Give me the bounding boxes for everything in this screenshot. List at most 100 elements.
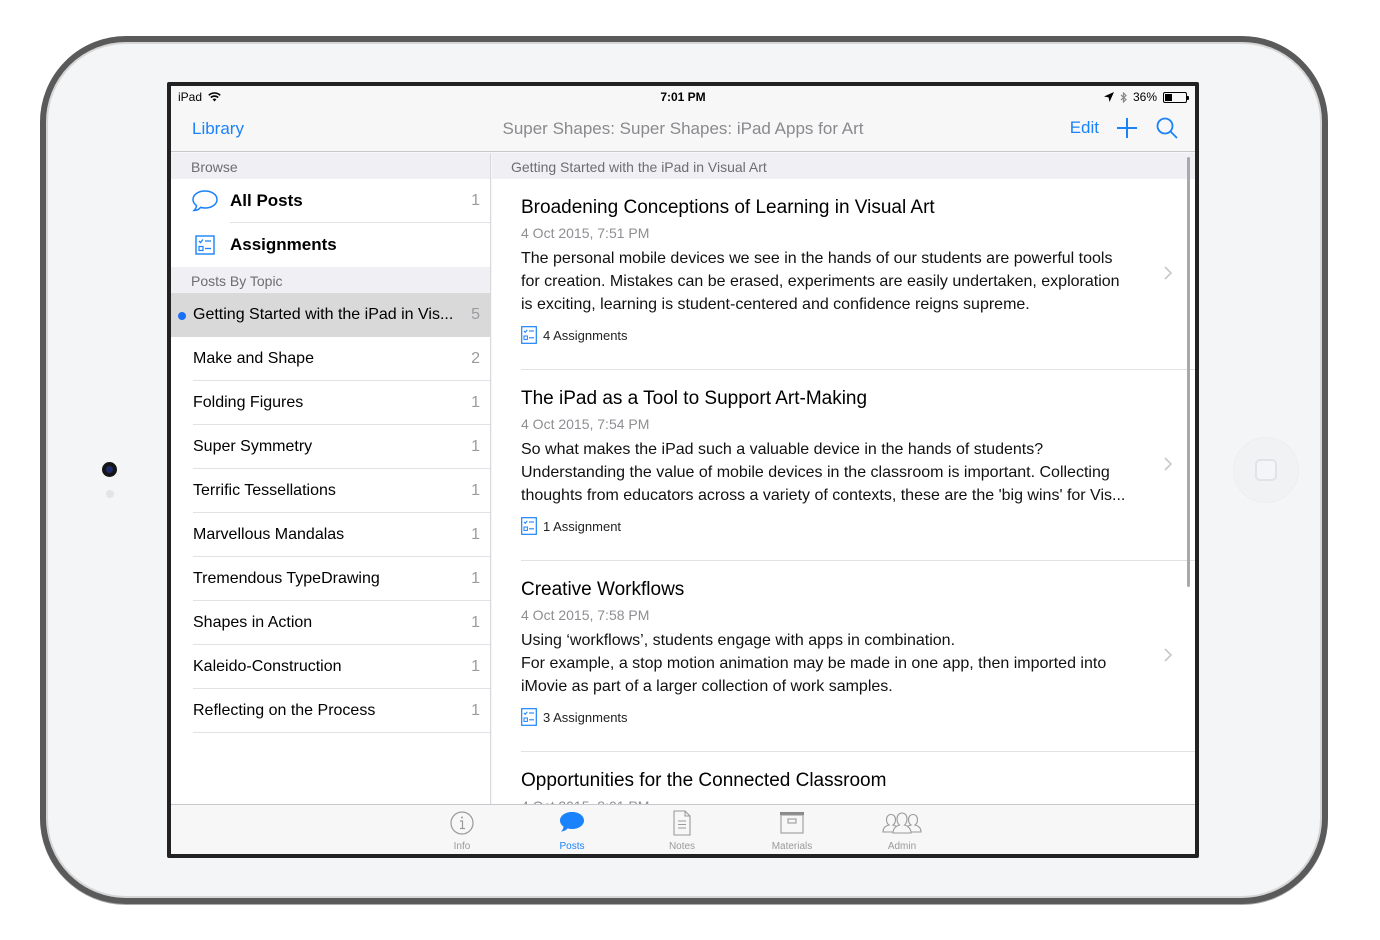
post-excerpt: The personal mobile devices we see in th… — [521, 250, 1120, 313]
sidebar-topic-item[interactable]: Make and Shape 2 — [171, 337, 490, 381]
speech-bubble-icon — [192, 190, 218, 212]
sidebar-topic-item[interactable]: Folding Figures 1 — [171, 381, 490, 425]
post-list-item[interactable]: Creative Workflows 4 Oct 2015, 7:58 PM Usi… — [521, 561, 1195, 752]
checklist-icon — [521, 708, 537, 726]
topic-count: 1 — [471, 482, 480, 499]
sidebar-item-label: Assignments — [230, 235, 337, 254]
assignments-count: 1 Assignment — [543, 518, 622, 534]
sidebar-topic-item[interactable]: Getting Started with the iPad in Vis... 5 — [171, 293, 490, 337]
chevron-right-icon — [1164, 648, 1173, 662]
clock: 7:01 PM — [660, 90, 706, 104]
tab-posts[interactable]: Posts — [537, 809, 607, 852]
post-list-item[interactable]: Opportunities for the Connected Classroo… — [521, 752, 1195, 804]
tab-notes[interactable]: Notes — [647, 809, 717, 852]
topic-count: 1 — [471, 394, 480, 411]
search-icon[interactable] — [1155, 116, 1179, 140]
chevron-right-icon — [1164, 266, 1173, 280]
status-bar: iPad 7:01 PM 36% — [171, 86, 1195, 108]
post-assignments: 4 Assignments — [521, 326, 1195, 344]
selected-indicator-dot — [178, 312, 186, 320]
topics-section-header: Posts By Topic — [171, 267, 490, 293]
sidebar-topic-item[interactable]: Tremendous TypeDrawing 1 — [171, 557, 490, 601]
topic-label: Marvellous Mandalas — [193, 526, 345, 543]
topic-count: 5 — [471, 306, 480, 323]
post-date: 4 Oct 2015, 7:51 PM — [521, 225, 650, 241]
post-title: Broadening Conceptions of Learning in Vi… — [521, 197, 935, 218]
battery-percent: 36% — [1132, 90, 1157, 104]
info-icon — [450, 811, 474, 835]
post-list: Broadening Conceptions of Learning in Vi… — [492, 179, 1195, 804]
topic-count: 1 — [471, 526, 480, 543]
sidebar-item-label: All Posts — [230, 191, 303, 210]
sidebar-topic-item[interactable]: Kaleido-Construction 1 — [171, 645, 490, 689]
topic-label: Getting Started with the iPad in Vis... — [193, 306, 454, 323]
page-title: Super Shapes: Super Shapes: iPad Apps fo… — [502, 119, 864, 138]
topic-label: Make and Shape — [193, 350, 314, 367]
topic-label: Shapes in Action — [193, 614, 313, 631]
library-back-button[interactable]: Library — [192, 119, 244, 139]
post-list-item[interactable]: Broadening Conceptions of Learning in Vi… — [521, 179, 1195, 370]
tab-bar: Info Posts Notes Materials Admin — [171, 804, 1195, 854]
tab-admin[interactable]: Admin — [867, 809, 937, 852]
topic-count: 1 — [471, 438, 480, 455]
post-excerpt: So what makes the iPad such a valuable d… — [521, 441, 1126, 504]
sidebar-topic-item[interactable]: Reflecting on the Process 1 — [171, 689, 490, 733]
topic-label: Tremendous TypeDrawing — [193, 570, 380, 587]
topic-count: 1 — [471, 570, 480, 587]
edit-button[interactable]: Edit — [1070, 118, 1099, 138]
post-assignments: 3 Assignments — [521, 708, 1195, 726]
home-button[interactable] — [1234, 438, 1298, 502]
tab-label: Info — [453, 841, 471, 852]
battery-icon — [1163, 91, 1189, 103]
tab-materials[interactable]: Materials — [757, 809, 827, 852]
chevron-right-icon — [1164, 457, 1173, 471]
tab-info[interactable]: Info — [427, 809, 497, 852]
post-title: Creative Workflows — [521, 579, 685, 600]
checklist-icon — [195, 235, 215, 255]
checklist-icon — [521, 517, 537, 535]
navigation-bar: Library Super Shapes: Super Shapes: iPad… — [171, 108, 1195, 152]
scrollbar[interactable] — [1187, 157, 1190, 587]
tab-label: Notes — [668, 841, 696, 852]
posts-panel: Getting Started with the iPad in Visual … — [492, 153, 1195, 804]
plus-icon[interactable] — [1115, 116, 1139, 140]
light-sensor — [106, 490, 114, 498]
topic-label: Terrific Tessellations — [193, 482, 336, 499]
sidebar-item-assignments[interactable]: Assignments — [171, 223, 490, 267]
topic-count: 1 — [471, 702, 480, 719]
front-camera — [102, 462, 117, 477]
speech-bubble-icon — [560, 812, 584, 832]
posts-section-header: Getting Started with the iPad in Visual … — [492, 153, 1195, 179]
sidebar-topic-item[interactable]: Super Symmetry 1 — [171, 425, 490, 469]
topic-label: Kaleido-Construction — [193, 658, 342, 675]
post-title: The iPad as a Tool to Support Art-Making — [521, 388, 868, 409]
post-excerpt: Using ‘workflows’, students engage with … — [521, 632, 1107, 695]
sidebar-topic-item[interactable]: Marvellous Mandalas 1 — [171, 513, 490, 557]
archive-box-icon — [780, 812, 804, 834]
post-assignments: 1 Assignment — [521, 517, 1195, 535]
bluetooth-icon — [1120, 91, 1127, 103]
topic-label: Super Symmetry — [193, 438, 313, 455]
topic-label: Folding Figures — [193, 394, 304, 411]
sidebar-item-all-posts[interactable]: All Posts 1 — [171, 179, 490, 223]
post-list-item[interactable]: The iPad as a Tool to Support Art-Making… — [521, 370, 1195, 561]
topic-count: 2 — [471, 350, 480, 367]
sidebar-topic-item[interactable]: Shapes in Action 1 — [171, 601, 490, 645]
sidebar: Browse All Posts 1 Assignments Posts By … — [171, 153, 491, 804]
tab-label: Posts — [559, 841, 585, 852]
home-button-square-icon — [1255, 459, 1277, 481]
topic-count: 1 — [471, 614, 480, 631]
people-icon — [882, 812, 922, 834]
sidebar-item-count: 1 — [471, 192, 480, 209]
post-date: 4 Oct 2015, 7:54 PM — [521, 416, 650, 432]
assignments-count: 3 Assignments — [543, 709, 628, 725]
sidebar-topic-item[interactable]: Terrific Tessellations 1 — [171, 469, 490, 513]
assignments-count: 4 Assignments — [543, 327, 628, 343]
post-title: Opportunities for the Connected Classroo… — [521, 770, 887, 791]
location-arrow-icon — [1103, 92, 1114, 102]
tab-label: Materials — [771, 841, 813, 852]
post-date: 4 Oct 2015, 7:58 PM — [521, 607, 650, 623]
topic-list: Getting Started with the iPad in Vis... 5… — [171, 293, 490, 733]
checklist-icon — [521, 326, 537, 344]
browse-section-header: Browse — [171, 153, 490, 179]
